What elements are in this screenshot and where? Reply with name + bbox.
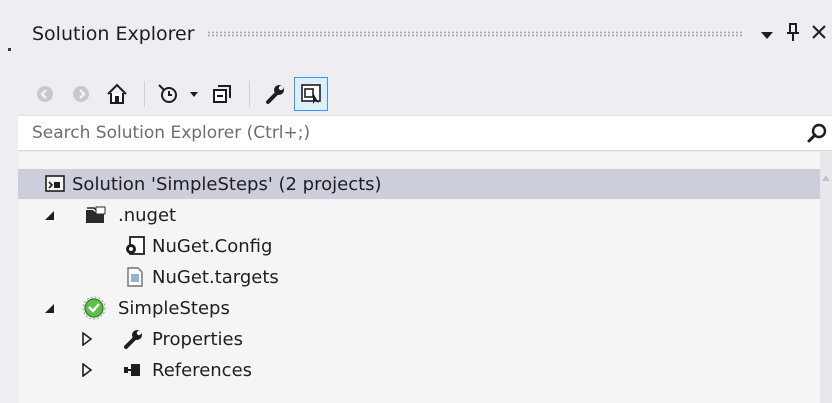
- tree-item-nuget-folder[interactable]: .nuget: [18, 200, 826, 230]
- tree-item-nuget-targets[interactable]: NuGet.targets: [18, 262, 826, 292]
- pin-icon[interactable]: [780, 22, 806, 47]
- collapsed-arrow-icon[interactable]: [80, 363, 94, 377]
- filter-dropdown-chevron-icon[interactable]: [185, 77, 203, 111]
- tree-item-nuget-config[interactable]: NuGet.Config: [18, 231, 826, 261]
- references-icon: [122, 361, 144, 383]
- config-file-icon: [124, 235, 146, 257]
- folder-icon: [84, 204, 106, 226]
- wrench-icon: [122, 328, 144, 350]
- titlebar-grip[interactable]: [206, 31, 744, 37]
- panel-titlebar: Solution Explorer: [20, 16, 832, 52]
- tree-item-properties[interactable]: Properties: [18, 324, 826, 354]
- window-position-dropdown-icon[interactable]: [754, 24, 780, 45]
- edge-marker: [8, 48, 11, 51]
- panel-title: Solution Explorer: [32, 23, 195, 45]
- expanded-arrow-icon[interactable]: [42, 301, 56, 315]
- window-edge: [0, 0, 6, 403]
- back-icon[interactable]: [28, 77, 62, 111]
- tree-item-project[interactable]: SimpleSteps: [18, 293, 826, 323]
- text-file-icon: [124, 266, 146, 288]
- tree-item-references[interactable]: References: [18, 355, 826, 385]
- collapsed-arrow-icon[interactable]: [80, 332, 94, 346]
- forward-icon[interactable]: [64, 77, 98, 111]
- tree-item-label: References: [152, 359, 253, 381]
- search-icon[interactable]: [806, 122, 828, 148]
- collapse-all-icon[interactable]: [205, 77, 239, 111]
- tree-item-label: NuGet.Config: [152, 235, 273, 257]
- tree-scrollbar[interactable]: [820, 152, 832, 403]
- toolbar-separator: [144, 81, 145, 107]
- search-input[interactable]: [18, 117, 774, 149]
- solution-tree: Solution 'SimpleSteps' (2 projects) .nug…: [18, 152, 832, 403]
- properties-icon[interactable]: [258, 77, 292, 111]
- tree-item-label: NuGet.targets: [152, 266, 279, 288]
- preview-selected-items-icon[interactable]: [294, 77, 328, 111]
- tree-item-label: SimpleSteps: [118, 297, 230, 319]
- tree-item-label: .nuget: [118, 204, 177, 226]
- expanded-arrow-icon[interactable]: [42, 208, 56, 222]
- tree-item-label: Solution 'SimpleSteps' (2 projects): [72, 173, 382, 195]
- project-icon: [82, 296, 106, 320]
- scroll-up-icon[interactable]: [822, 166, 830, 185]
- solution-icon: [44, 173, 66, 195]
- close-icon[interactable]: [806, 24, 832, 45]
- tree-item-label: Properties: [152, 328, 243, 350]
- tree-item-solution[interactable]: Solution 'SimpleSteps' (2 projects): [18, 169, 820, 199]
- pending-changes-filter-icon[interactable]: [153, 77, 183, 111]
- home-icon[interactable]: [100, 77, 134, 111]
- toolbar: [28, 74, 330, 114]
- toolbar-separator: [249, 81, 250, 107]
- search-box: [18, 115, 832, 151]
